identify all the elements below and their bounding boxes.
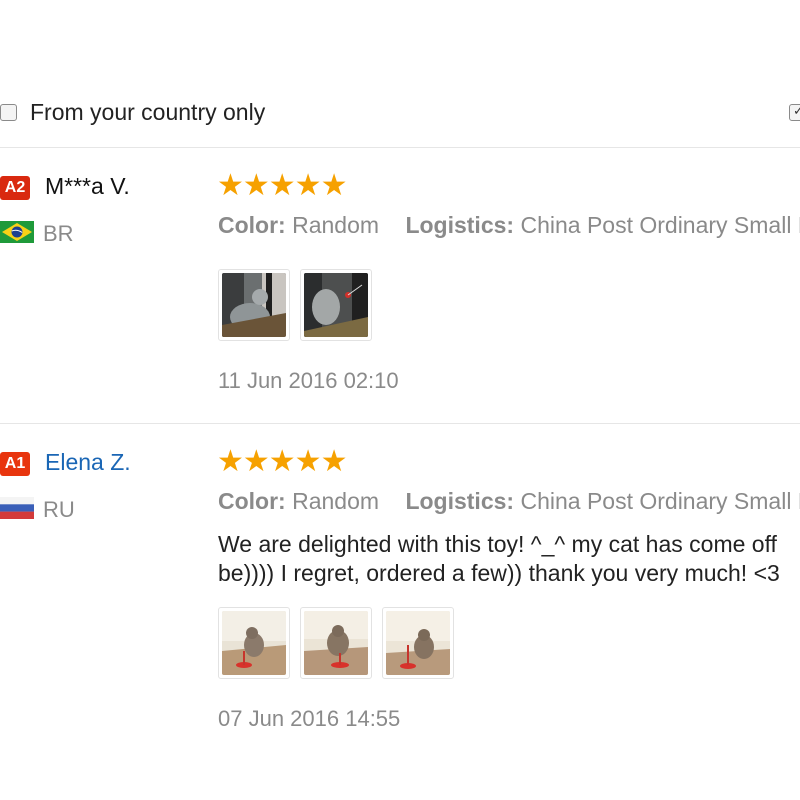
logistics-key: Logistics: — [405, 488, 515, 514]
divider — [0, 147, 800, 148]
cat-photo-icon — [222, 273, 286, 337]
check-icon: ✓ — [793, 104, 800, 119]
product-attributes: Color: Random Logistics: China Post Ordi… — [218, 212, 800, 239]
brazil-flag-icon — [0, 221, 34, 243]
right-checkbox[interactable]: ✓ — [789, 104, 800, 121]
divider — [0, 423, 800, 424]
logistics-key: Logistics: — [405, 212, 515, 238]
cat-photo-icon — [386, 611, 450, 675]
review-text-line: We are delighted with this toy! ^_^ my c… — [218, 531, 777, 557]
country-only-checkbox[interactable] — [0, 104, 17, 121]
country-only-label[interactable]: From your country only — [30, 99, 265, 126]
review-photo-thumbnail[interactable] — [218, 607, 290, 679]
star-rating: ★★★★★ — [217, 168, 347, 203]
review-date: 07 Jun 2016 14:55 — [218, 706, 401, 731]
cat-photo-icon — [222, 611, 286, 675]
cat-photo-icon — [304, 611, 368, 675]
reviewer-name-link[interactable]: Elena Z. — [45, 449, 131, 476]
country-code: BR — [43, 221, 74, 246]
review-photo-thumbnail[interactable] — [218, 269, 290, 341]
color-key: Color: — [218, 212, 286, 238]
star-rating: ★★★★★ — [217, 444, 347, 479]
buyer-level-badge: A2 — [0, 176, 30, 200]
logistics-value: China Post Ordinary Small Pa — [520, 212, 800, 238]
review-photo-thumbnail[interactable] — [300, 269, 372, 341]
reviewer-name: M***a V. — [45, 173, 130, 199]
review-date: 11 Jun 2016 02:10 — [218, 368, 399, 393]
filter-bar: From your country only ✓ — [0, 96, 800, 132]
buyer-level-badge: A1 — [0, 452, 30, 476]
review-text-line: be)))) I regret, ordered a few)) thank y… — [218, 560, 780, 586]
review-photo-thumbnail[interactable] — [300, 607, 372, 679]
review-text: We are delighted with this toy! ^_^ my c… — [218, 530, 780, 588]
color-key: Color: — [218, 488, 286, 514]
cat-photo-icon — [304, 273, 368, 337]
logistics-value: China Post Ordinary Small Pa — [520, 488, 800, 514]
product-attributes: Color: Random Logistics: China Post Ordi… — [218, 488, 800, 515]
color-value: Random — [292, 212, 380, 238]
color-value: Random — [292, 488, 380, 514]
russia-flag-icon — [0, 497, 34, 519]
country-code: RU — [43, 497, 75, 522]
review-photo-thumbnail[interactable] — [382, 607, 454, 679]
